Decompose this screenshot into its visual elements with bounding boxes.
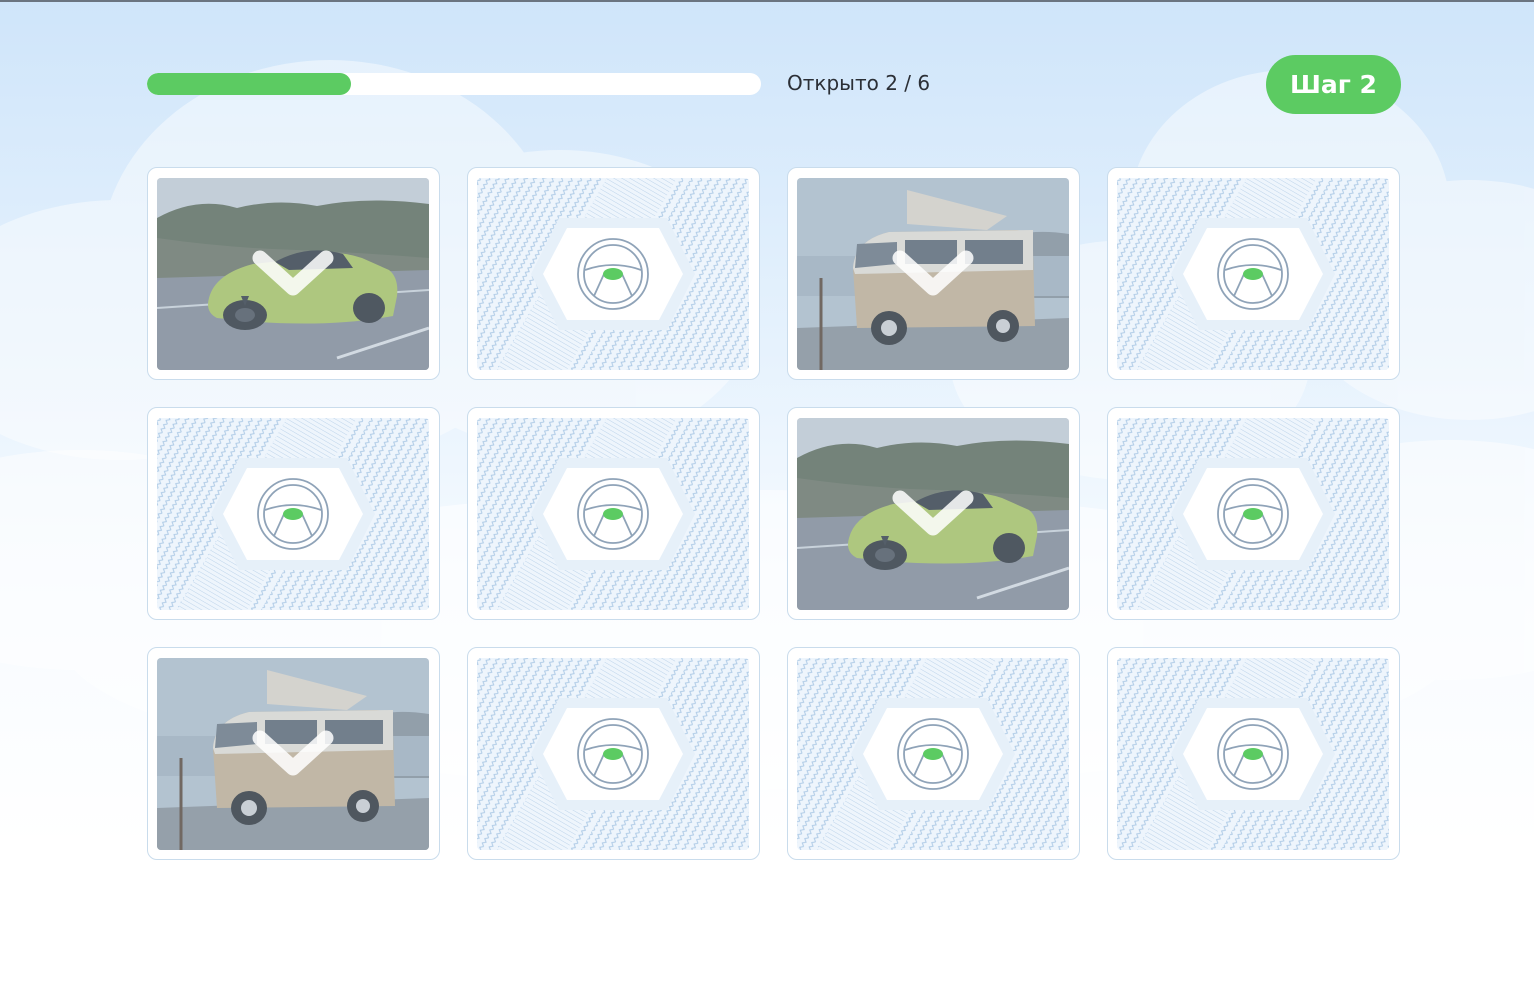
memory-card-hidden[interactable] <box>467 407 760 620</box>
steering-wheel-icon <box>1117 418 1389 610</box>
card-grid <box>147 167 1401 861</box>
memory-card-matched-camper-van <box>787 167 1080 380</box>
progress-bar <box>147 73 761 95</box>
memory-card-hidden[interactable] <box>1107 167 1400 380</box>
steering-wheel-icon <box>477 418 749 610</box>
memory-card-matched-camper-van <box>147 647 440 860</box>
sports-car-photo <box>797 418 1069 610</box>
memory-card-hidden[interactable] <box>467 647 760 860</box>
steering-wheel-icon <box>1117 658 1389 850</box>
steering-wheel-icon <box>1117 178 1389 370</box>
memory-card-hidden[interactable] <box>787 647 1080 860</box>
memory-card-hidden[interactable] <box>147 407 440 620</box>
sports-car-photo <box>157 178 429 370</box>
memory-card-matched-sports-car <box>147 167 440 380</box>
memory-card-hidden[interactable] <box>467 167 760 380</box>
memory-card-hidden[interactable] <box>1107 407 1400 620</box>
steering-wheel-icon <box>797 658 1069 850</box>
memory-card-hidden[interactable] <box>1107 647 1400 860</box>
camper-van-photo <box>157 658 429 850</box>
game-header: Открыто 2 / 6 Шаг 2 <box>147 55 1401 114</box>
step-badge: Шаг 2 <box>1266 55 1401 114</box>
memory-card-matched-sports-car <box>787 407 1080 620</box>
steering-wheel-icon <box>157 418 429 610</box>
progress-bar-fill <box>147 73 352 95</box>
camper-van-photo <box>797 178 1069 370</box>
progress-label: Открыто 2 / 6 <box>787 71 931 95</box>
steering-wheel-icon <box>477 178 749 370</box>
steering-wheel-icon <box>477 658 749 850</box>
